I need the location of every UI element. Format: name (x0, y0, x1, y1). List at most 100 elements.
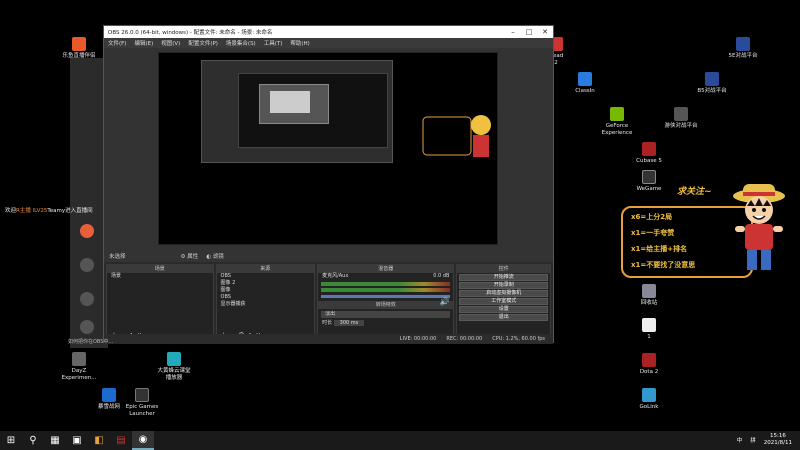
app-icon (167, 352, 181, 366)
obs-menubar: 文件(F) 编辑(E) 视图(V) 配置文件(P) 场景集合(S) 工具(T) … (104, 38, 553, 48)
source-item[interactable]: OBS (217, 294, 315, 301)
scene-toolbar: 未选择 ⚙ 属性 ◐ 滤镜 (104, 251, 553, 261)
start-virtual-camera-button[interactable]: 启动虚拟摄像机 (459, 290, 549, 297)
source-item[interactable]: OBS (217, 273, 315, 280)
desktop-icon-geforce[interactable]: GeForce Experience (590, 107, 644, 137)
live-time: LIVE: 00:00:00 (399, 335, 437, 342)
volume-slider[interactable] (321, 295, 451, 298)
taskbar-app-3[interactable]: ◧ (88, 431, 110, 450)
scene-item[interactable]: 场景 (107, 273, 213, 280)
no-source-selected-label: 未选择 (109, 254, 126, 260)
taskbar-app-2[interactable]: ▣ (66, 431, 88, 450)
nested-preview (201, 60, 393, 163)
mini-sticker (422, 115, 491, 157)
app-icon (102, 388, 116, 402)
gamepad-icon (80, 320, 94, 334)
clock[interactable]: 15:16 2021/8/11 (764, 433, 792, 447)
menu-tools[interactable]: 工具(T) (264, 39, 283, 47)
close-button[interactable]: ✕ (537, 28, 553, 36)
desktop-icon-golink[interactable]: GoLink (622, 388, 676, 411)
properties-button[interactable]: ⚙ 属性 (181, 252, 199, 260)
menu-help[interactable]: 帮助(H) (290, 39, 309, 47)
start-recording-button[interactable]: 开始录制 (459, 282, 549, 289)
desktop-icon-dayz[interactable]: DayZ Experimen... (52, 352, 106, 382)
menu-scene-collection[interactable]: 场景集合(S) (226, 39, 256, 47)
taskbar-app-obs[interactable]: ◉ (132, 431, 154, 450)
sticker-line: x1=不要找了没意思 (631, 261, 696, 269)
studio-mode-button[interactable]: 工作室模式 (459, 298, 549, 305)
sticker-title: 求关注~ (677, 187, 712, 197)
obs-docks: 场景 场景 +−∧∨ 来源 OBS 图像 2 图像 OBS 显示器捕获 +−⚙∧… (104, 262, 553, 344)
cpu-fps: CPU: 1.2%, 60.00 fps (492, 335, 545, 342)
preview-canvas[interactable] (158, 52, 498, 245)
mixer-header: 混音器 (318, 265, 454, 273)
start-streaming-button[interactable]: 开始推流 (459, 274, 549, 281)
source-item[interactable]: 显示器捕获 (217, 301, 315, 308)
minimize-button[interactable]: – (505, 28, 521, 36)
maximize-button[interactable]: □ (521, 28, 537, 36)
desktop-icon-youxia[interactable]: 游侠对战平台 (654, 107, 708, 130)
obs-titlebar[interactable]: OBS 26.0.0 (64-bit, windows) - 配置文件: 未命名… (104, 26, 553, 38)
taskbar-app-1[interactable]: ▦ (44, 431, 66, 450)
app-icon (642, 388, 656, 402)
exit-button[interactable]: 退出 (459, 314, 549, 321)
desktop-icon-cubase[interactable]: Cubase 5 (622, 142, 676, 165)
luffy-character (733, 184, 785, 270)
app-icon (72, 37, 86, 51)
desktop-icon-file-1[interactable]: 1 (622, 318, 676, 341)
nested-preview-2 (238, 73, 388, 148)
ime-indicator[interactable]: 拼 (750, 436, 756, 444)
welcome-notification: 欢迎R主播 lLV25Teamy进入直播间 (5, 208, 93, 214)
start-button[interactable]: ⊞ (0, 431, 22, 450)
filters-button[interactable]: ◐ 滤镜 (206, 252, 224, 260)
obs-title: OBS 26.0.0 (64-bit, windows) - 配置文件: 未命名… (108, 30, 273, 36)
mixer-dock: 混音器 麦克风/Aux 0.0 dB 🔊 转场特效 淡出 时长 300 ms (317, 264, 455, 342)
system-tray: 中 拼 15:16 2021/8/11 (737, 433, 792, 447)
desktop-icon-5e[interactable]: 5E对战平台 (716, 37, 770, 60)
luffy-sticker: 求关注~ x6=上分2局 x1=一手夸赞 x1=给主播+排名 x1=不要找了没意… (621, 178, 791, 282)
menu-view[interactable]: 视图(V) (161, 39, 180, 47)
mixer-track-name: 麦克风/Aux (322, 273, 349, 279)
settings-button[interactable]: 设置 (459, 306, 549, 313)
scenes-header: 场景 (107, 265, 213, 273)
app-icon (736, 37, 750, 51)
transition-select[interactable]: 淡出 (321, 311, 451, 318)
duration-label: 时长 (322, 320, 333, 326)
scenes-dock: 场景 场景 +−∧∨ (106, 264, 214, 342)
desktop-icon-b5[interactable]: B5对战平台 (685, 72, 739, 95)
sources-dock: 来源 OBS 图像 2 图像 OBS 显示器捕获 +−⚙∧∨ (215, 264, 316, 342)
source-item[interactable]: 图像 (217, 287, 315, 294)
duration-row: 时长 300 ms (318, 320, 453, 327)
file-icon (642, 318, 656, 332)
desktop-icon-epic[interactable]: Epic Games Launcher (115, 388, 169, 418)
live-icon (80, 224, 94, 238)
preview-area (104, 48, 553, 271)
app-icon (642, 142, 656, 156)
tip-notification: 如何把你在OBS中... (68, 339, 114, 345)
desktop-icon-dahuangfeng[interactable]: 大黄蜂云课堂 播放器 (147, 352, 201, 382)
clock-date: 2021/8/11 (763, 440, 792, 446)
audio-meter (321, 288, 451, 292)
recycle-bin-icon (642, 284, 656, 298)
desktop-icon-recycle-bin[interactable]: 回收站 (622, 284, 676, 307)
video-icon (80, 258, 94, 272)
duration-input[interactable]: 300 ms (333, 320, 365, 326)
taskbar-app-4[interactable]: ▤ (110, 431, 132, 450)
speaker-icon[interactable]: 🔊 (439, 297, 449, 306)
app-icon (135, 388, 149, 402)
audio-meter (321, 282, 451, 286)
menu-profile[interactable]: 配置文件(P) (188, 39, 218, 47)
transitions-header: 转场特效 (318, 301, 454, 309)
desktop-icon-classin[interactable]: ClassIn (558, 72, 612, 95)
search-icon[interactable]: ⚲ (22, 431, 44, 450)
menu-file[interactable]: 文件(F) (108, 39, 126, 47)
desktop-icon-leyu[interactable]: 乐鱼直播伴侣 (52, 37, 106, 60)
app-icon (578, 72, 592, 86)
desktop-icon-dota2[interactable]: Dota 2 (622, 353, 676, 376)
menu-edit[interactable]: 编辑(E) (134, 39, 153, 47)
source-item[interactable]: 图像 2 (217, 280, 315, 287)
clock-time: 15:16 (769, 433, 786, 439)
obs-window[interactable]: OBS 26.0.0 (64-bit, windows) - 配置文件: 未命名… (103, 25, 554, 344)
tray-lang[interactable]: 中 (737, 436, 743, 444)
app-icon (72, 352, 86, 366)
